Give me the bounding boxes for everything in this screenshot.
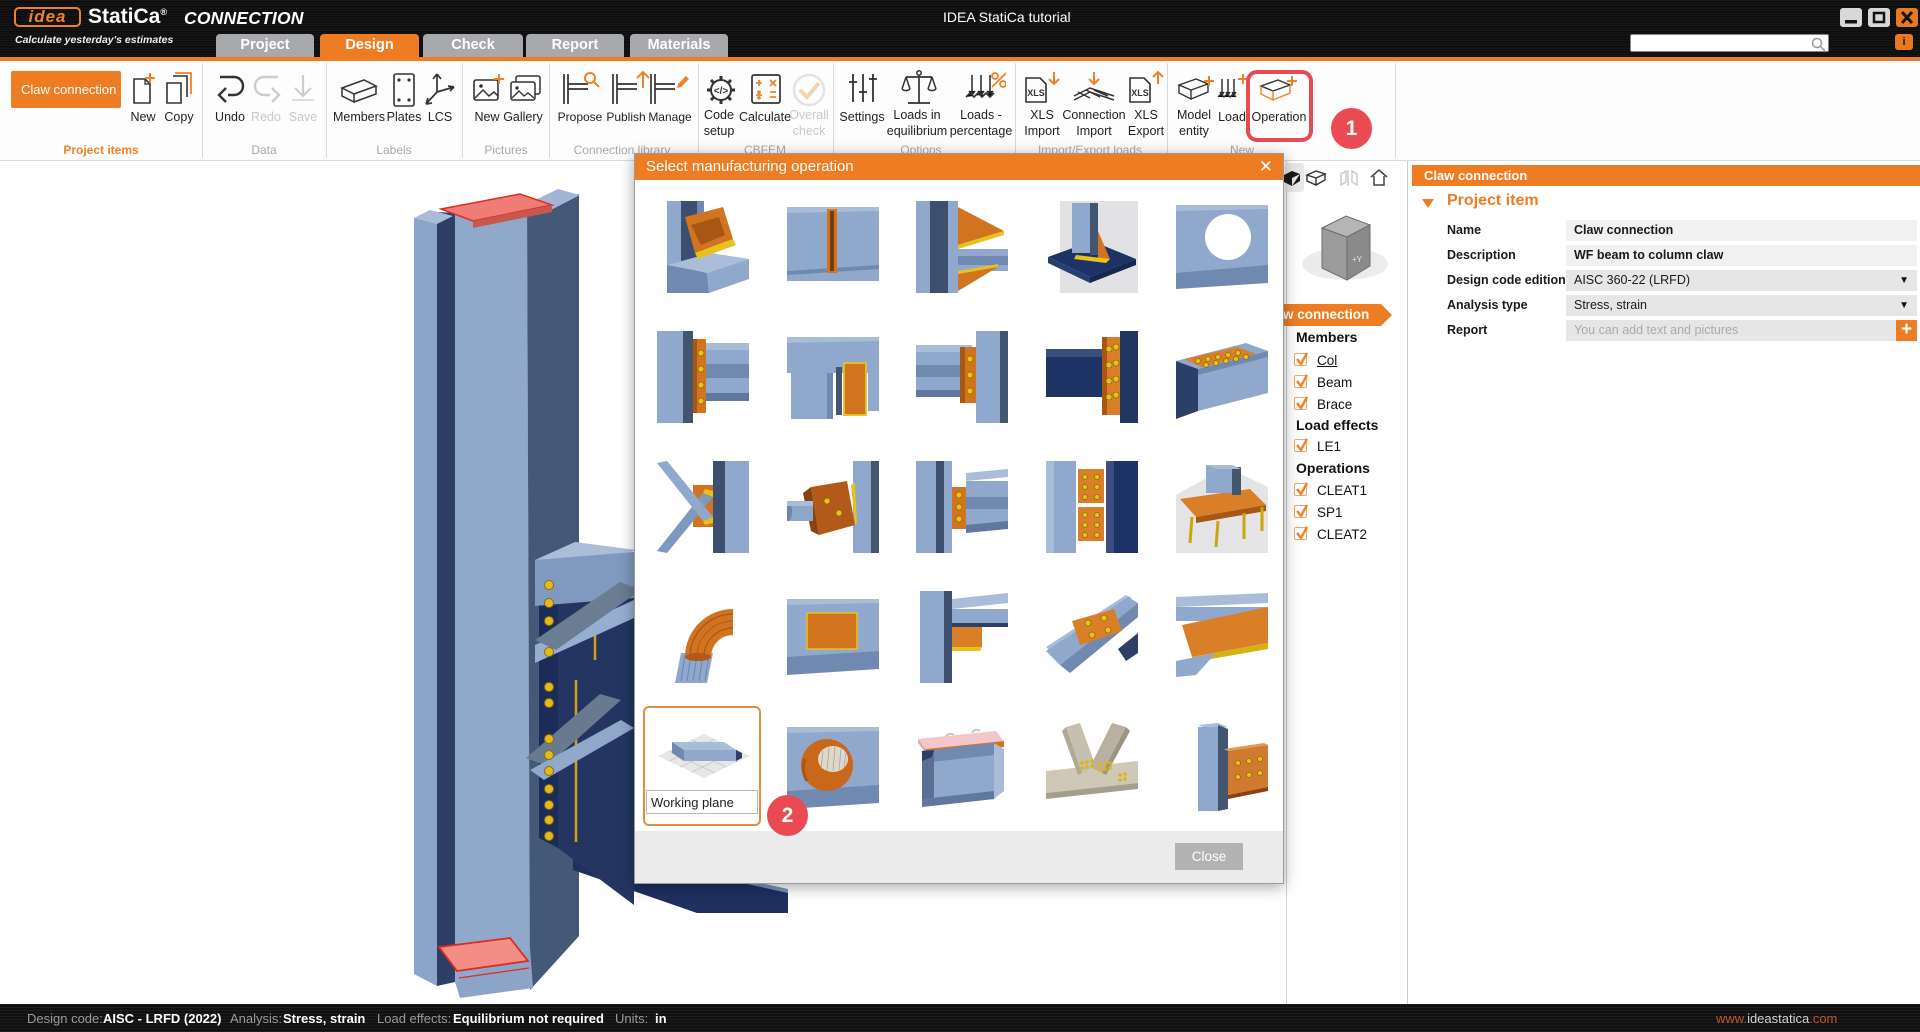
svg-text:+Y: +Y [1352, 255, 1363, 264]
svg-text:</>: </> [714, 86, 729, 97]
svg-text:XLS: XLS [1131, 88, 1149, 98]
svg-text:XLS: XLS [1027, 88, 1045, 98]
